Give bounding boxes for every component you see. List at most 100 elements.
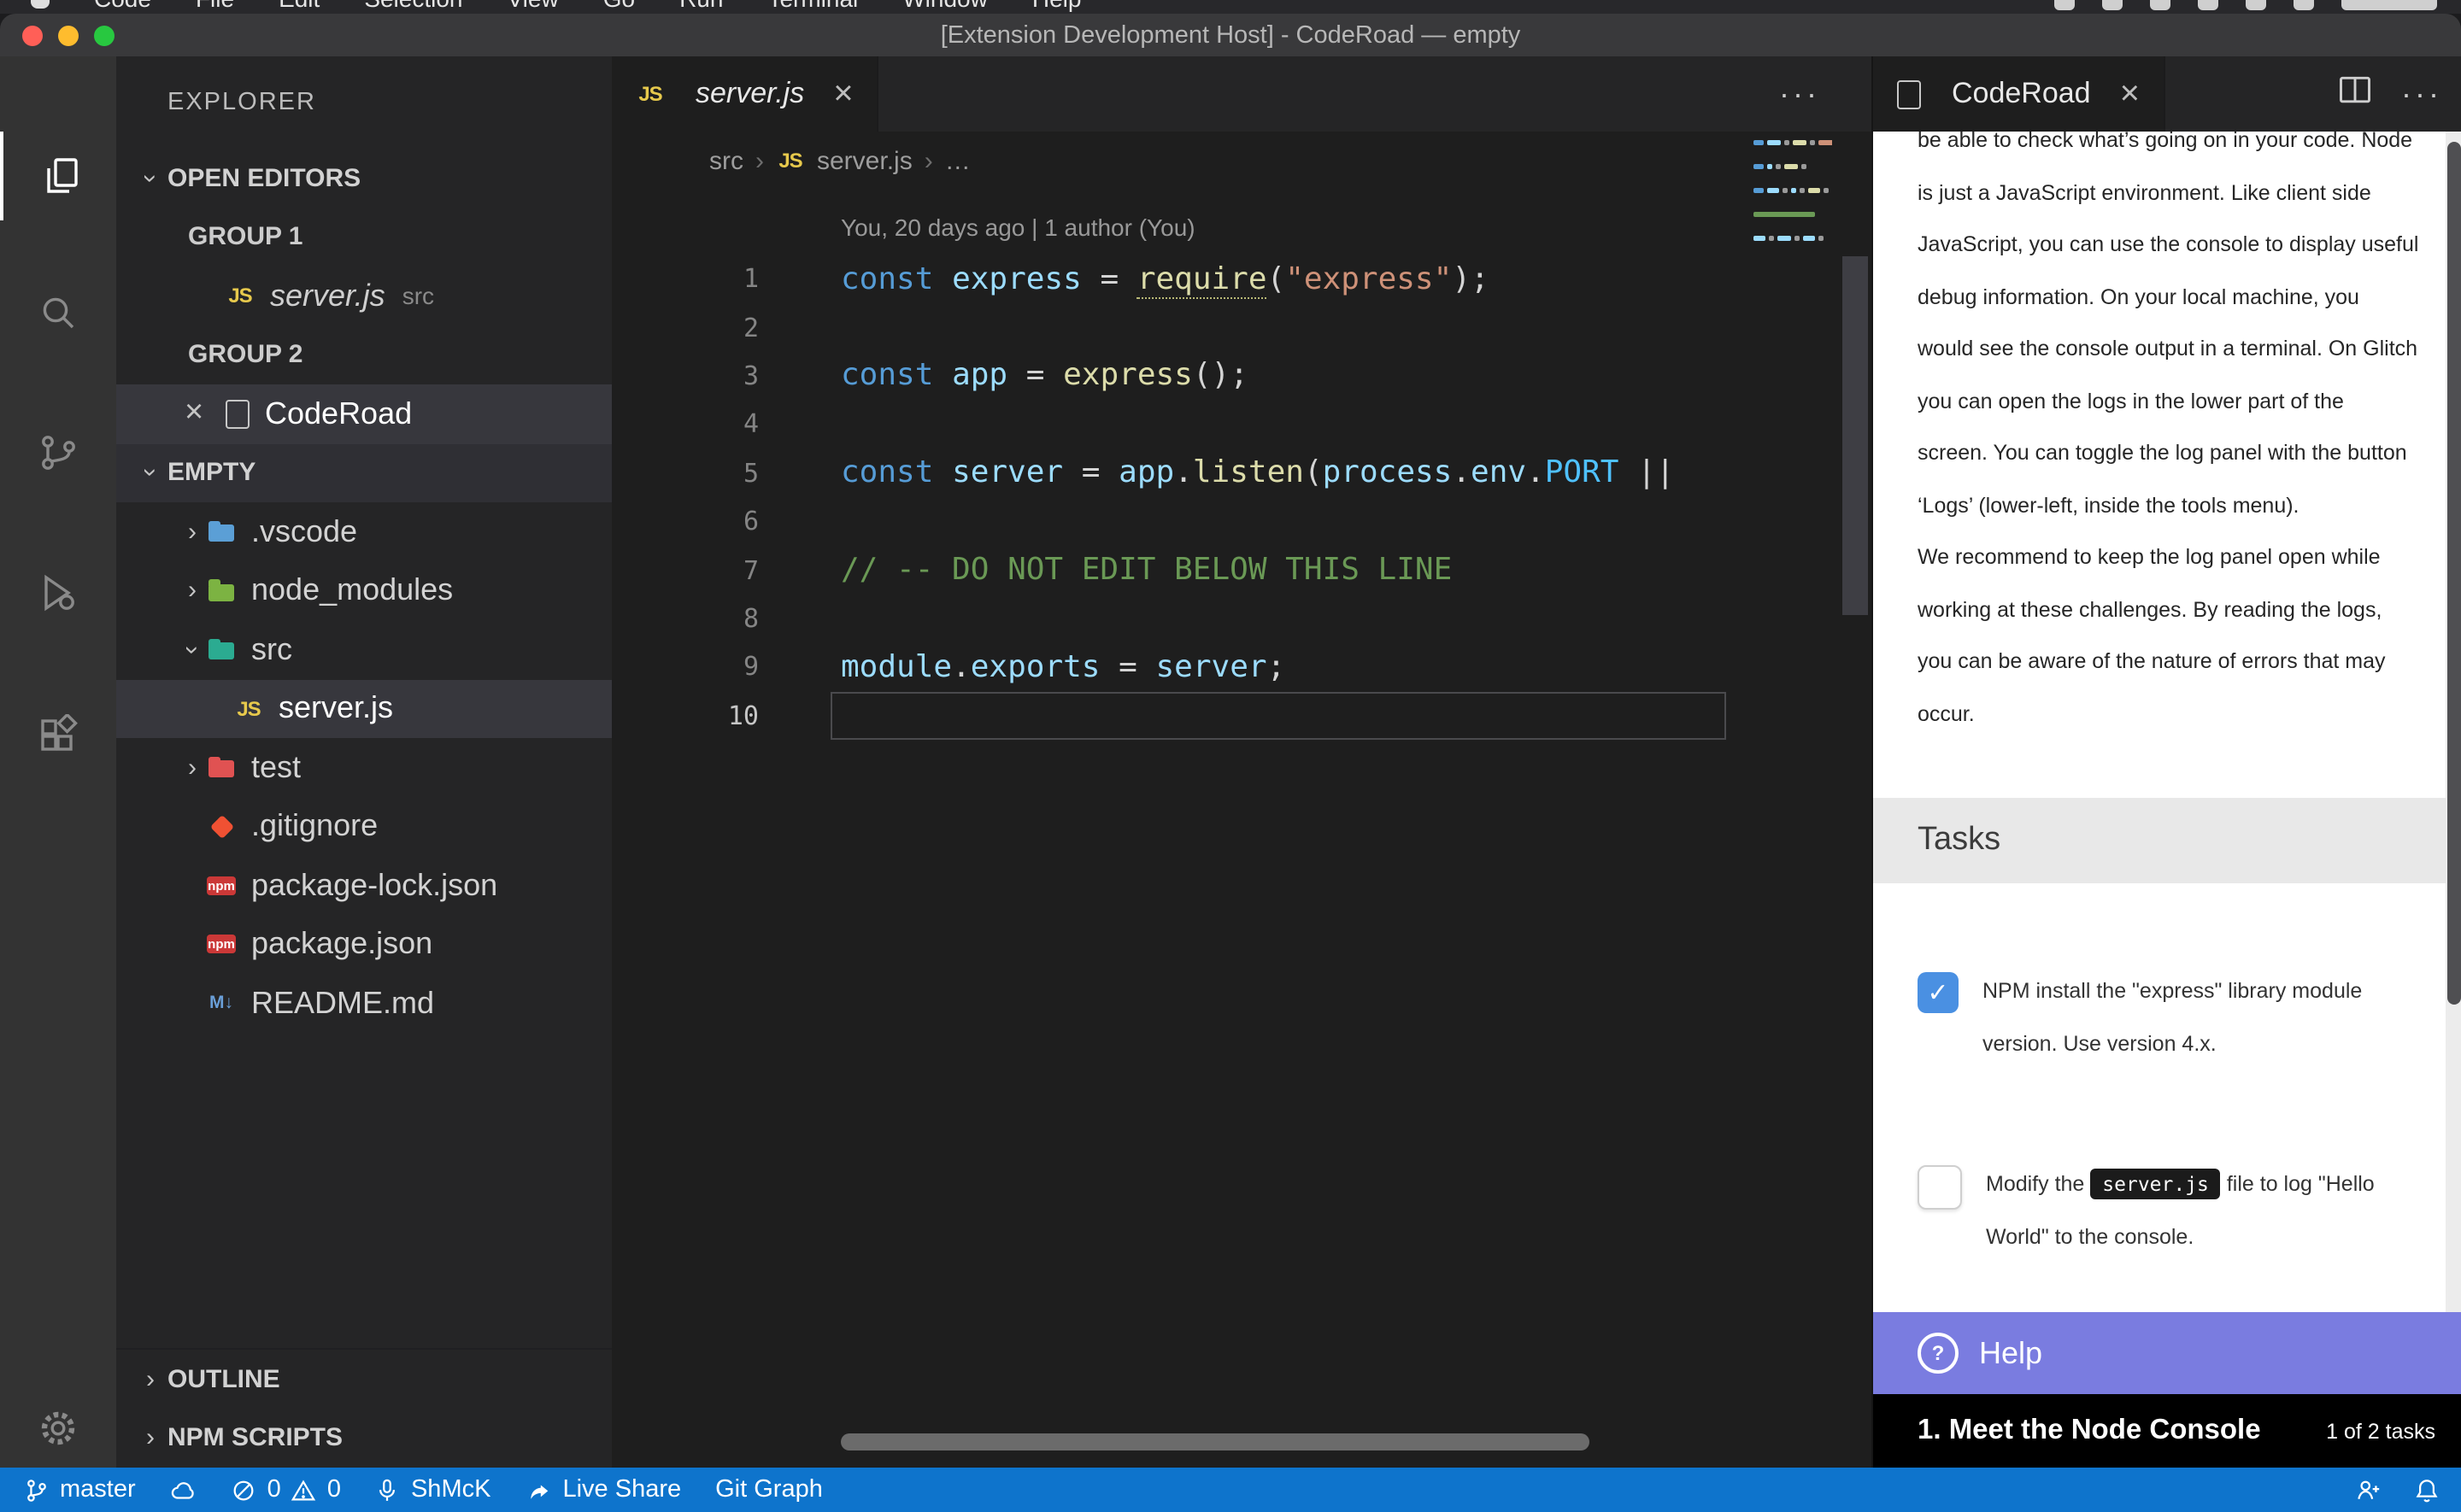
tree-item-test[interactable]: ›test: [116, 738, 612, 797]
menubar-extra-icon[interactable]: [2294, 0, 2314, 10]
code-line-1[interactable]: 1const express = require("express");: [612, 255, 1871, 303]
panel-more-actions-icon[interactable]: ···: [2401, 76, 2442, 112]
task-checkbox-unchecked[interactable]: [1918, 1165, 1962, 1210]
sync-status[interactable]: [170, 1477, 197, 1503]
tree-item-readme-md[interactable]: M↓README.md: [116, 974, 612, 1033]
workspace-header[interactable]: › EMPTY: [116, 443, 612, 502]
tree-item-node-modules[interactable]: ›node_modules: [116, 561, 612, 620]
tree-item-vscode[interactable]: ›.vscode: [116, 502, 612, 561]
menubar-extra-icon[interactable]: [2246, 0, 2266, 10]
menubar-extra-icon[interactable]: [2102, 0, 2123, 10]
help-button[interactable]: ? Help: [1873, 1312, 2461, 1394]
live-share-status[interactable]: Live Share: [525, 1476, 681, 1503]
lesson-header[interactable]: 1. Meet the Node Console 1 of 2 tasks: [1873, 1394, 2461, 1468]
menu-item-help[interactable]: Help: [1032, 0, 1082, 12]
code-line-7[interactable]: 7// -- DO NOT EDIT BELOW THIS LINE: [612, 546, 1871, 595]
menu-item-go[interactable]: Go: [603, 0, 635, 12]
code-line-6[interactable]: 6: [612, 497, 1871, 546]
open-editor-coderoad[interactable]: ×CodeRoad: [116, 384, 612, 443]
zoom-window-button[interactable]: [94, 26, 115, 46]
menu-item-file[interactable]: File: [196, 0, 234, 12]
codelens-annotation[interactable]: You, 20 days ago | 1 author (You): [612, 190, 1871, 241]
explorer-icon[interactable]: [0, 132, 120, 220]
minimize-window-button[interactable]: [58, 26, 79, 46]
menu-item-code[interactable]: Code: [94, 0, 151, 12]
tab-coderoad[interactable]: CodeRoad ×: [1873, 56, 2165, 132]
menubar-extra-icon[interactable]: [2198, 0, 2218, 10]
menubar-extra-icon[interactable]: [2054, 0, 2075, 10]
lesson-text-line: you can open the logs in the lower part …: [1918, 375, 2434, 427]
task-checkbox-checked[interactable]: ✓: [1918, 972, 1959, 1013]
close-tab-icon[interactable]: ×: [833, 74, 853, 114]
window-title: [Extension Development Host] - CodeRoad …: [0, 21, 2461, 49]
extensions-icon[interactable]: [0, 692, 116, 781]
markdown-icon: M↓: [207, 990, 236, 1017]
run-debug-icon[interactable]: [0, 548, 116, 637]
open-editor-server-js[interactable]: JSserver.jssrc: [116, 267, 612, 325]
lesson-text-line: ‘Logs’ (lower-left, inside the tools men…: [1918, 479, 2434, 531]
minimap[interactable]: [1753, 140, 1832, 260]
tree-item-package-json[interactable]: npmpackage.json: [116, 915, 612, 974]
editor-vertical-scrollbar[interactable]: [1842, 256, 1868, 615]
chevron-down-icon: ›: [136, 161, 165, 196]
npm-scripts-header[interactable]: › NPM SCRIPTS: [116, 1409, 612, 1468]
menubar-extra-icon[interactable]: [2150, 0, 2170, 10]
split-editor-icon[interactable]: [2336, 71, 2374, 117]
breadcrumb-symbol[interactable]: …: [945, 146, 971, 175]
code-line-8[interactable]: 8: [612, 594, 1871, 642]
js-icon: JS: [636, 80, 665, 108]
chevron-right-icon: ›: [133, 1424, 167, 1453]
breadcrumb-src[interactable]: src: [709, 146, 743, 175]
live-share-invite-icon[interactable]: [2355, 1477, 2382, 1503]
apple-menu-icon[interactable]: [31, 0, 50, 9]
git-graph-status[interactable]: Git Graph: [715, 1476, 823, 1503]
code-line-5[interactable]: 5const server = app.listen(process.env.P…: [612, 448, 1871, 497]
code-line-9[interactable]: 9module.exports = server;: [612, 642, 1871, 691]
notifications-bell-icon[interactable]: [2413, 1477, 2440, 1503]
tab-server-js[interactable]: JS server.js ×: [612, 56, 879, 132]
line-number: 9: [612, 652, 759, 683]
menu-item-view[interactable]: View: [508, 0, 559, 12]
close-window-button[interactable]: [22, 26, 43, 46]
outline-header[interactable]: › OUTLINE: [116, 1350, 612, 1409]
menu-item-run[interactable]: Run: [679, 0, 723, 12]
menubar-clock[interactable]: [2341, 0, 2437, 10]
line-number: 8: [612, 603, 759, 634]
settings-gear-icon[interactable]: [0, 1406, 116, 1450]
lesson-text-line: occur.: [1918, 688, 2434, 740]
source-control-icon[interactable]: [0, 408, 116, 497]
editor-more-actions-icon[interactable]: ···: [1779, 56, 1820, 132]
minimap-line: [1753, 224, 1832, 229]
tree-item-gitignore[interactable]: .gitignore: [116, 797, 612, 856]
task-label: Modify the server.js file to log "Hello …: [1986, 1158, 2439, 1263]
editor-tab-bar: JS server.js × ···: [612, 56, 1871, 132]
tree-item-server-js[interactable]: JSserver.js: [116, 679, 612, 738]
npm-icon: npm: [207, 935, 236, 954]
tree-item-src[interactable]: ›src: [116, 620, 612, 679]
search-icon[interactable]: [0, 268, 116, 357]
open-editors-header[interactable]: › OPEN EDITORS: [116, 149, 612, 208]
close-editor-icon[interactable]: ×: [185, 396, 226, 433]
code-line-2[interactable]: 2: [612, 303, 1871, 352]
code-line-10[interactable]: 10: [612, 691, 1871, 740]
menu-item-selection[interactable]: Selection: [364, 0, 462, 12]
coderoad-user-status[interactable]: ShMcK: [375, 1476, 491, 1503]
code-editor[interactable]: 1const express = require("express");23co…: [612, 241, 1871, 740]
code-text: // -- DO NOT EDIT BELOW THIS LINE: [841, 552, 1452, 588]
menu-item-terminal[interactable]: Terminal: [767, 0, 858, 12]
code-line-4[interactable]: 4: [612, 400, 1871, 448]
problems-status[interactable]: 0 0: [232, 1476, 341, 1503]
git-branch-status[interactable]: master: [24, 1476, 136, 1503]
cloud-icon: [170, 1477, 197, 1503]
menu-item-window[interactable]: Window: [902, 0, 988, 12]
panel-scrollbar[interactable]: [2446, 132, 2461, 1312]
workspace-label: EMPTY: [167, 459, 255, 488]
tree-item-package-lock-json[interactable]: npmpackage-lock.json: [116, 856, 612, 915]
breadcrumb-file[interactable]: server.js: [817, 146, 913, 175]
code-line-3[interactable]: 3const app = express();: [612, 352, 1871, 401]
activity-bar: [0, 56, 116, 1468]
editor-horizontal-scrollbar[interactable]: [841, 1433, 1589, 1450]
close-tab-icon[interactable]: ×: [2120, 74, 2140, 114]
lesson-title: 1. Meet the Node Console: [1918, 1415, 2261, 1447]
menu-item-edit[interactable]: Edit: [279, 0, 320, 12]
